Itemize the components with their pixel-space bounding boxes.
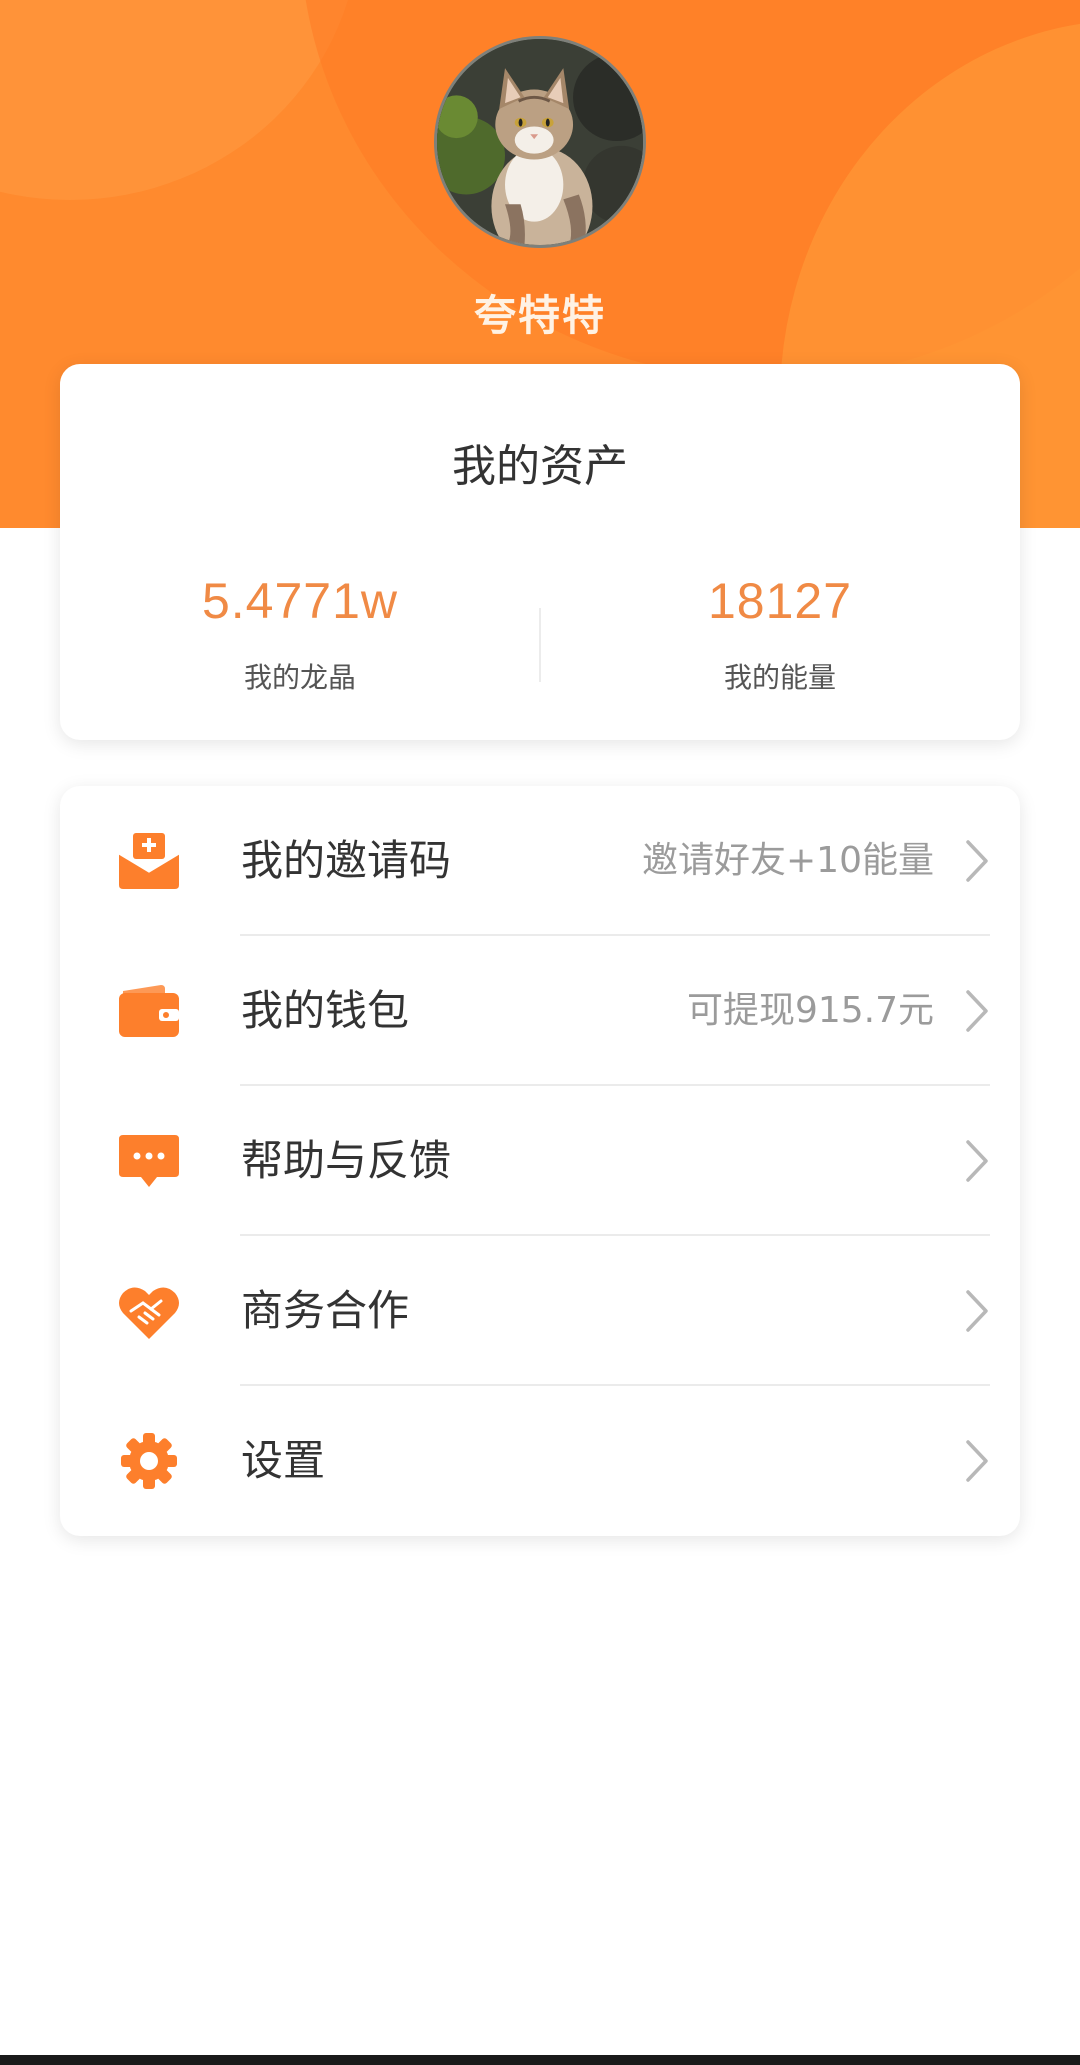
- chevron-right-icon: [966, 1440, 988, 1482]
- energy-value: 18127: [707, 573, 853, 629]
- menu-item-label: 我的邀请码: [241, 836, 452, 885]
- chevron-right-icon: [966, 1140, 988, 1182]
- energy-stat[interactable]: 18127 我的能量: [540, 572, 1020, 696]
- assets-title: 我的资产: [452, 441, 628, 492]
- energy-label: 我的能量: [723, 661, 836, 694]
- dragon-crystal-stat[interactable]: 5.4771w 我的龙晶: [60, 572, 540, 696]
- gear-icon: [117, 1431, 181, 1491]
- menu-item-business-cooperation[interactable]: 商务合作: [60, 1236, 1020, 1386]
- avatar[interactable]: [434, 36, 646, 248]
- menu-item-label: 商务合作: [241, 1286, 410, 1335]
- chevron-right-icon: [966, 840, 988, 882]
- assets-card: 我的资产 5.4771w 我的龙晶 18127 我的能量: [60, 364, 1020, 740]
- dragon-crystal-label: 我的龙晶: [243, 661, 356, 694]
- handshake-heart-icon: [117, 1281, 181, 1341]
- menu-item-settings[interactable]: 设置: [60, 1386, 1020, 1536]
- username: 夸特特: [473, 291, 606, 340]
- menu-item-hint: 可提现915.7元: [686, 990, 934, 1031]
- wallet-icon: [117, 981, 181, 1041]
- menu-item-hint: 邀请好友+10能量: [642, 840, 934, 881]
- menu-item-label: 设置: [241, 1436, 326, 1485]
- bottom-edge: [0, 2055, 1080, 2065]
- cat-photo: [437, 39, 643, 245]
- chat-bubble-icon: [117, 1131, 181, 1191]
- menu-item-label: 我的钱包: [241, 986, 410, 1035]
- menu-item-label: 帮助与反馈: [241, 1136, 452, 1185]
- menu-item-invite-code[interactable]: 我的邀请码 邀请好友+10能量: [60, 786, 1020, 936]
- chevron-right-icon: [966, 1290, 988, 1332]
- invite-envelope-icon: [117, 831, 181, 891]
- menu-item-wallet[interactable]: 我的钱包 可提现915.7元: [60, 936, 1020, 1086]
- chevron-right-icon: [966, 990, 988, 1032]
- header-decoration: [0, 0, 360, 200]
- menu-item-help-feedback[interactable]: 帮助与反馈: [60, 1086, 1020, 1236]
- dragon-crystal-value: 5.4771w: [201, 573, 399, 629]
- menu-card: 我的邀请码 邀请好友+10能量 我的钱包 可提现915.7元 帮助与反馈 商务合…: [60, 786, 1020, 1536]
